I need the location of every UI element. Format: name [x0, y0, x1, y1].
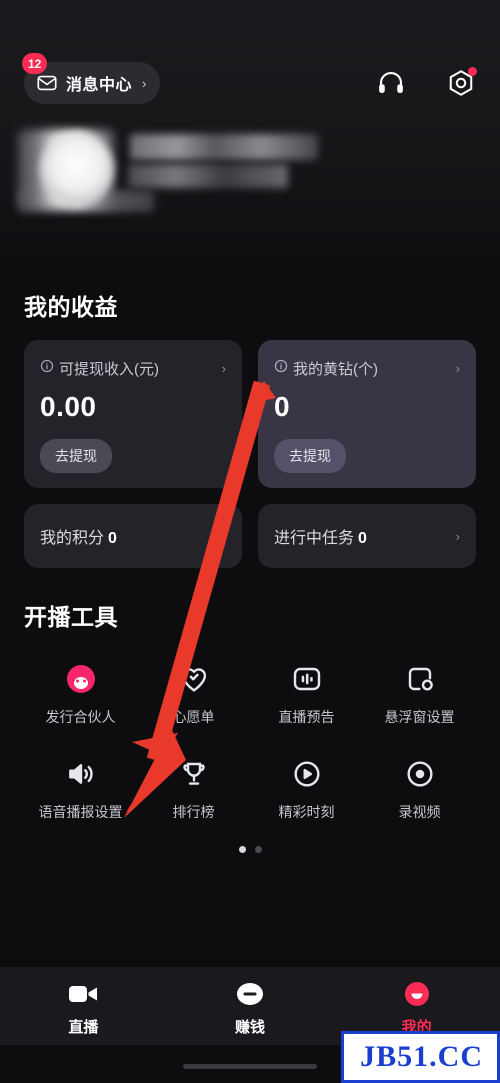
- tab-earn[interactable]: 赚钱: [167, 981, 334, 1037]
- watermark-text: JB51.CC: [360, 1040, 483, 1073]
- message-center-button[interactable]: 12 消息中心 ›: [22, 53, 161, 104]
- coin-icon: [237, 983, 263, 1005]
- earnings-cards: 可提现收入(元) › 0.00 去提现 我的黄钻(个) › 0 去提现: [24, 340, 476, 488]
- blurred-username: [130, 134, 318, 160]
- tab-profile[interactable]: 我的: [333, 981, 500, 1037]
- message-center-label: 消息中心: [66, 77, 133, 94]
- earnings-section-title: 我的收益: [24, 294, 118, 320]
- main-content: 我的收益 可提现收入(元) › 0.00 去提现 我的黄钻(个) › 0 去提现…: [0, 262, 500, 853]
- ongoing-tasks-row[interactable]: 进行中任务 0 ›: [258, 504, 476, 568]
- blurred-userid: [128, 164, 288, 188]
- page-dot-2[interactable]: [254, 846, 262, 853]
- my-points-label: 我的积分: [40, 530, 105, 547]
- tools-grid: 发行合伙人 心愿单 直播预告 悬浮窗设置 语音播报设置 排行榜 精彩时刻 录视频: [24, 640, 476, 836]
- user-profile-blurred[interactable]: [18, 130, 318, 212]
- tools-section-title: 开播工具: [24, 604, 118, 630]
- record-circle-icon: [403, 757, 437, 791]
- card-header-left: 我的黄钻(个): [274, 358, 378, 379]
- earnings-rows: 我的积分 0 › 进行中任务 0 ›: [24, 504, 476, 568]
- chevron-right-icon: ›: [455, 361, 460, 376]
- tab-label: 直播: [68, 1019, 99, 1036]
- yellow-diamond-card[interactable]: 我的黄钻(个) › 0 去提现: [258, 340, 476, 488]
- my-points-value: 0: [108, 530, 117, 547]
- trophy-icon: [177, 757, 211, 791]
- ongoing-tasks-text: 进行中任务 0: [274, 524, 367, 548]
- tool-floating-window[interactable]: 悬浮窗设置: [363, 652, 476, 741]
- settings-notification-dot: [468, 67, 477, 76]
- tool-highlights[interactable]: 精彩时刻: [250, 747, 363, 836]
- card-header-left: 可提现收入(元): [40, 358, 159, 379]
- header-actions: [376, 67, 477, 98]
- avatar: [40, 132, 114, 206]
- withdrawable-income-value: 0.00: [40, 391, 97, 422]
- tool-label: 语音播报设置: [38, 804, 123, 820]
- tool-leaderboard[interactable]: 排行榜: [137, 747, 250, 836]
- withdraw-button[interactable]: 去提现: [40, 439, 112, 473]
- info-icon[interactable]: [40, 359, 54, 378]
- withdrawable-income-label: 可提现收入(元): [59, 361, 159, 378]
- settings-gear-icon[interactable]: [446, 67, 477, 98]
- my-points-text: 我的积分 0: [40, 524, 117, 548]
- message-unread-badge: 12: [22, 53, 48, 74]
- watermark: JB51.CC: [341, 1031, 500, 1083]
- tool-broadcast-preview[interactable]: 直播预告: [250, 652, 363, 741]
- tool-partner[interactable]: 发行合伙人: [24, 652, 137, 741]
- tool-label: 悬浮窗设置: [384, 709, 455, 725]
- chevron-right-icon: ›: [455, 528, 460, 544]
- card-header: 我的黄钻(个) ›: [274, 358, 460, 379]
- tool-record-video[interactable]: 录视频: [363, 747, 476, 836]
- heart-icon: [177, 662, 211, 696]
- live-camera-icon: [69, 986, 98, 1002]
- headset-icon[interactable]: [376, 68, 406, 98]
- profile-header: 12 消息中心 ›: [0, 0, 500, 262]
- header-bar: 12 消息中心 ›: [22, 0, 477, 104]
- ongoing-tasks-value: 0: [358, 530, 367, 547]
- profile-smile-icon: [404, 982, 429, 1006]
- speaker-icon: [64, 757, 98, 791]
- chevron-right-icon: ›: [221, 361, 226, 376]
- floating-window-icon: [403, 662, 437, 696]
- tool-label: 录视频: [398, 804, 441, 820]
- withdrawable-income-card[interactable]: 可提现收入(元) › 0.00 去提现: [24, 340, 242, 488]
- tool-label: 精彩时刻: [278, 804, 335, 820]
- tab-label: 赚钱: [235, 1019, 266, 1036]
- tool-label: 心愿单: [172, 709, 215, 725]
- ongoing-tasks-label: 进行中任务: [274, 530, 355, 547]
- play-circle-icon: [290, 757, 324, 791]
- envelope-icon: [36, 72, 58, 94]
- tool-label: 直播预告: [278, 709, 335, 725]
- card-header: 可提现收入(元) ›: [40, 358, 226, 379]
- partner-avatar-icon: [64, 662, 98, 696]
- tool-label: 排行榜: [172, 804, 215, 820]
- diamond-withdraw-button[interactable]: 去提现: [274, 439, 346, 473]
- yellow-diamond-value: 0: [274, 391, 291, 422]
- page-dot-1[interactable]: [238, 846, 246, 853]
- tool-label: 发行合伙人: [45, 709, 116, 725]
- page-indicator: [24, 836, 476, 853]
- chevron-right-icon: ›: [142, 75, 147, 91]
- yellow-diamond-label: 我的黄钻(个): [293, 361, 378, 378]
- tab-live[interactable]: 直播: [0, 981, 167, 1037]
- tool-voice-broadcast-settings[interactable]: 语音播报设置: [24, 747, 137, 836]
- tool-wishlist[interactable]: 心愿单: [137, 652, 250, 741]
- chevron-right-icon: ›: [221, 528, 226, 544]
- my-points-row[interactable]: 我的积分 0 ›: [24, 504, 242, 568]
- app-screen: 12 消息中心 › 我的收益 可提现收入(元) › 0.00 去提现 我的黄钻(…: [0, 0, 500, 1083]
- info-icon[interactable]: [274, 359, 288, 378]
- home-indicator: [183, 1064, 317, 1069]
- broadcast-preview-icon: [290, 662, 324, 696]
